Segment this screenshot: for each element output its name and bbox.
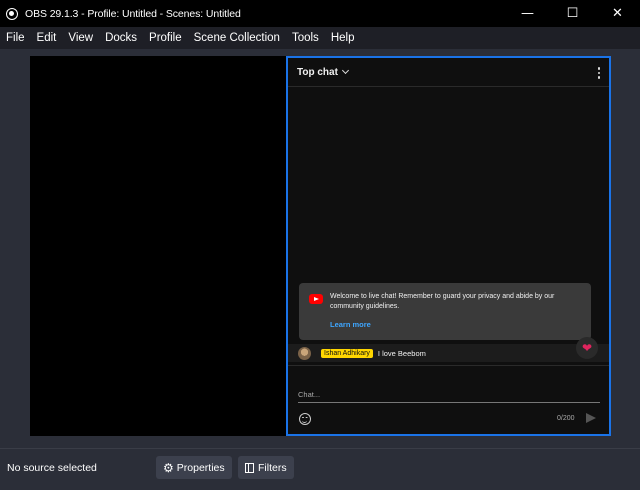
- window-title: OBS 29.1.3 - Profile: Untitled - Scenes:…: [25, 7, 241, 20]
- chevron-down-icon[interactable]: [341, 66, 349, 75]
- menu-view[interactable]: View: [68, 32, 93, 44]
- menu-bar: File Edit View Docks Profile Scene Colle…: [0, 27, 640, 49]
- filters-label: Filters: [258, 461, 287, 474]
- learn-more-link[interactable]: Learn more: [330, 320, 371, 329]
- menu-edit[interactable]: Edit: [37, 32, 57, 44]
- obs-logo-icon: [6, 7, 18, 20]
- window-controls: — ☐ ✕: [505, 0, 640, 27]
- menu-file[interactable]: File: [6, 32, 25, 44]
- send-icon[interactable]: [586, 413, 596, 423]
- menu-scene-collection[interactable]: Scene Collection: [194, 32, 280, 44]
- properties-label: Properties: [176, 461, 225, 474]
- gear-icon: ⚙: [163, 460, 174, 475]
- filters-button[interactable]: Filters: [238, 456, 294, 479]
- welcome-text: Welcome to live chat! Remember to guard …: [330, 293, 555, 310]
- message-text: I love Beebom: [377, 348, 426, 358]
- avatar: [298, 346, 311, 360]
- preview-canvas[interactable]: [30, 56, 286, 436]
- menu-help[interactable]: Help: [331, 32, 355, 44]
- more-options-icon[interactable]: [597, 67, 600, 79]
- menu-tools[interactable]: Tools: [292, 32, 319, 44]
- chat-mode-dropdown[interactable]: Top chat: [297, 67, 338, 78]
- source-toolbar: No source selected ⚙ Properties Filters: [0, 448, 640, 490]
- heart-reaction-icon[interactable]: ❤: [576, 337, 598, 359]
- emoji-icon[interactable]: [299, 413, 311, 425]
- properties-button[interactable]: ⚙ Properties: [156, 456, 232, 479]
- title-bar: OBS 29.1.3 - Profile: Untitled - Scenes:…: [0, 0, 640, 27]
- filter-icon: [245, 462, 254, 473]
- menu-profile[interactable]: Profile: [149, 32, 182, 44]
- menu-docks[interactable]: Docks: [105, 32, 137, 44]
- youtube-chat-dock: Top chat Welcome to live chat! Remember …: [286, 56, 611, 436]
- youtube-icon: [309, 294, 323, 304]
- divider: [288, 365, 609, 366]
- close-button[interactable]: ✕: [595, 0, 640, 27]
- message-author[interactable]: Ishan Adhikary: [321, 348, 373, 358]
- chat-input[interactable]: [298, 390, 600, 403]
- no-source-label: No source selected: [7, 462, 97, 474]
- minimize-button[interactable]: —: [505, 0, 550, 27]
- chat-message: Ishan Adhikary I love Beebom: [288, 344, 609, 362]
- maximize-button[interactable]: ☐: [550, 0, 595, 27]
- welcome-banner: Welcome to live chat! Remember to guard …: [299, 283, 591, 340]
- main-area: Top chat Welcome to live chat! Remember …: [0, 49, 640, 448]
- chat-header: Top chat: [288, 58, 609, 87]
- char-counter: 0/200: [557, 415, 575, 422]
